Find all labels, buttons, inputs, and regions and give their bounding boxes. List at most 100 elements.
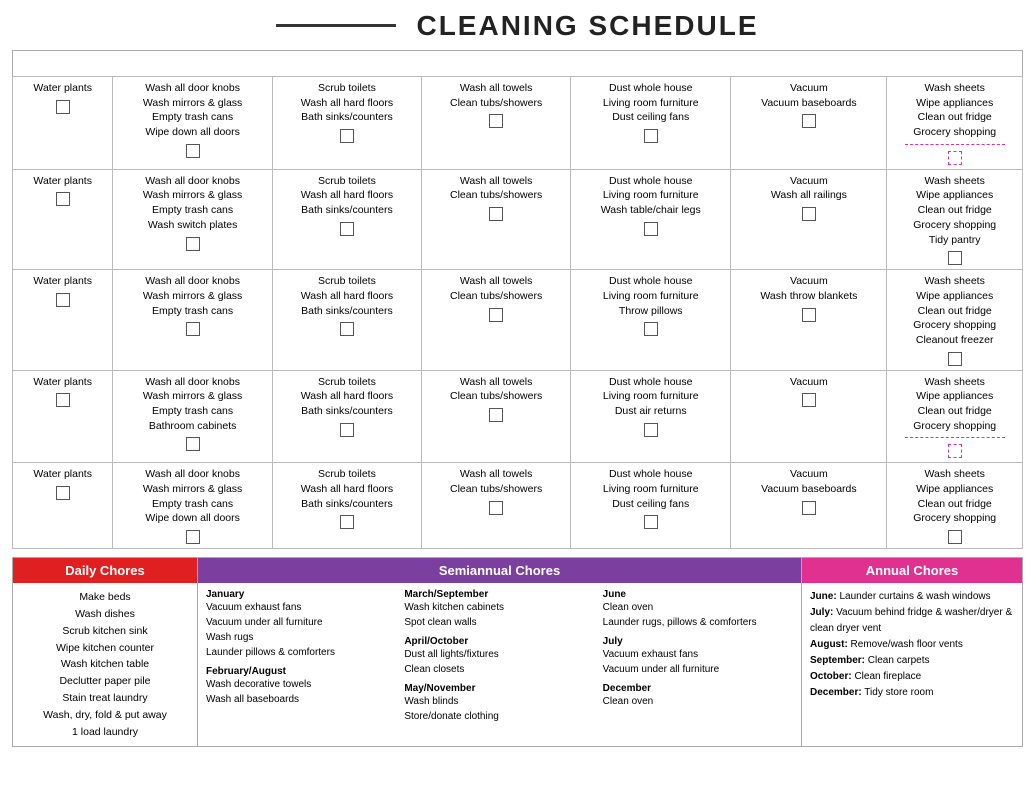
cell-text-row1-monday: Wash all door knobsWash mirrors & glassE… [143, 174, 242, 233]
cell-text-row4-saturday: Wash sheetsWipe appliancesClean out frid… [913, 467, 996, 526]
checkbox[interactable] [489, 308, 503, 322]
checkbox[interactable] [644, 515, 658, 529]
cell-row0-tuesday: Scrub toiletsWash all hard floorsBath si… [272, 77, 421, 170]
cell-text-row4-friday: VacuumVacuum baseboards [761, 467, 857, 496]
daily-item: Wash dishes [21, 606, 189, 623]
semi-section-title: March/September [404, 589, 594, 600]
cell-row3-friday: Vacuum [731, 370, 887, 463]
cell-text-row0-saturday: Wash sheetsWipe appliancesClean out frid… [913, 81, 996, 140]
checkbox[interactable] [186, 144, 200, 158]
cell-row4-sunday: Water plants [13, 463, 113, 549]
checkbox[interactable] [340, 322, 354, 336]
semi-item: Vacuum under all furniture [603, 662, 793, 677]
cell-row4-friday: VacuumVacuum baseboards [731, 463, 887, 549]
checkbox[interactable] [56, 293, 70, 307]
checkbox[interactable] [186, 322, 200, 336]
cell-text-row3-tuesday: Scrub toiletsWash all hard floorsBath si… [301, 375, 393, 419]
checkbox[interactable] [644, 322, 658, 336]
checkbox[interactable] [644, 129, 658, 143]
semi-item: Wash all baseboards [206, 692, 396, 707]
cell-text-row3-monday: Wash all door knobsWash mirrors & glassE… [143, 375, 242, 434]
cell-text-row2-thursday: Dust whole houseLiving room furnitureThr… [603, 274, 699, 318]
cell-text-row0-wednesday: Wash all towelsClean tubs/showers [450, 81, 542, 110]
cell-row0-friday: VacuumVacuum baseboards [731, 77, 887, 170]
semiannual-column: Semiannual Chores JanuaryVacuum exhaust … [198, 558, 802, 746]
header-monday: Monday [113, 51, 272, 77]
checkbox[interactable] [802, 207, 816, 221]
cell-text-row1-friday: VacuumWash all railings [771, 174, 847, 203]
cell-text-row2-monday: Wash all door knobsWash mirrors & glassE… [143, 274, 242, 318]
checkbox[interactable] [489, 114, 503, 128]
cell-text-row0-thursday: Dust whole houseLiving room furnitureDus… [603, 81, 699, 125]
checkbox[interactable] [340, 515, 354, 529]
cell-text-row3-thursday: Dust whole houseLiving room furnitureDus… [603, 375, 699, 419]
checkbox-dashed[interactable] [948, 151, 962, 165]
cell-row1-saturday: Wash sheetsWipe appliancesClean out frid… [887, 169, 1023, 269]
cell-row0-thursday: Dust whole houseLiving room furnitureDus… [571, 77, 731, 170]
semi-item: Store/donate clothing [404, 709, 594, 724]
cell-row4-monday: Wash all door knobsWash mirrors & glassE… [113, 463, 272, 549]
checkbox[interactable] [489, 501, 503, 515]
checkbox[interactable] [186, 437, 200, 451]
cell-text-row3-friday: Vacuum [790, 375, 828, 390]
checkbox[interactable] [948, 251, 962, 265]
cell-text-row0-monday: Wash all door knobsWash mirrors & glassE… [143, 81, 242, 140]
annual-column: Annual Chores June: Launder curtains & w… [802, 558, 1022, 746]
cell-row4-tuesday: Scrub toiletsWash all hard floorsBath si… [272, 463, 421, 549]
checkbox-dashed[interactable] [948, 444, 962, 458]
checkbox[interactable] [489, 207, 503, 221]
cell-row1-thursday: Dust whole houseLiving room furnitureWas… [571, 169, 731, 269]
cell-row0-wednesday: Wash all towelsClean tubs/showers [422, 77, 571, 170]
cell-row2-monday: Wash all door knobsWash mirrors & glassE… [113, 270, 272, 370]
checkbox[interactable] [802, 501, 816, 515]
daily-item: Scrub kitchen sink [21, 623, 189, 640]
checkbox[interactable] [56, 486, 70, 500]
semi-item: Clean oven [603, 694, 793, 709]
checkbox[interactable] [340, 423, 354, 437]
cell-text-row1-sunday: Water plants [33, 174, 92, 189]
checkbox[interactable] [186, 237, 200, 251]
checkbox[interactable] [340, 129, 354, 143]
semi-item: Vacuum exhaust fans [206, 600, 396, 615]
checkbox[interactable] [802, 308, 816, 322]
checkbox[interactable] [340, 222, 354, 236]
semi-section-title: February/August [206, 666, 396, 677]
semi-item: Launder rugs, pillows & comforters [603, 615, 793, 630]
daily-item: Make beds [21, 589, 189, 606]
daily-item: Wipe kitchen counter [21, 640, 189, 657]
semi-item: Clean oven [603, 600, 793, 615]
semi-sub-col0: JanuaryVacuum exhaust fansVacuum under a… [206, 589, 396, 730]
semi-item: Wash rugs [206, 630, 396, 645]
header-saturday: Saturday [887, 51, 1023, 77]
checkbox[interactable] [56, 393, 70, 407]
cell-text-row3-sunday: Water plants [33, 375, 92, 390]
checkbox[interactable] [56, 100, 70, 114]
semi-item: Wash decorative towels [206, 677, 396, 692]
cell-text-row1-saturday: Wash sheetsWipe appliancesClean out frid… [913, 174, 996, 247]
cell-row3-monday: Wash all door knobsWash mirrors & glassE… [113, 370, 272, 463]
daily-body: Make bedsWash dishesScrub kitchen sinkWi… [13, 583, 197, 746]
semi-item: Wash kitchen cabinets [404, 600, 594, 615]
checkbox[interactable] [489, 408, 503, 422]
cell-row1-friday: VacuumWash all railings [731, 169, 887, 269]
daily-item: Declutter paper pile [21, 673, 189, 690]
checkbox[interactable] [56, 192, 70, 206]
cell-text-row3-wednesday: Wash all towelsClean tubs/showers [450, 375, 542, 404]
checkbox[interactable] [186, 530, 200, 544]
checkbox[interactable] [948, 530, 962, 544]
semi-item: Vacuum under all furniture [206, 615, 396, 630]
annual-item: September: Clean carpets [810, 653, 1014, 669]
cell-row0-monday: Wash all door knobsWash mirrors & glassE… [113, 77, 272, 170]
checkbox[interactable] [644, 222, 658, 236]
checkbox[interactable] [802, 114, 816, 128]
checkbox[interactable] [948, 352, 962, 366]
page: CLEANING SCHEDULE Sunday Monday Tuesday … [0, 0, 1035, 757]
checkbox[interactable] [644, 423, 658, 437]
title-line: CLEANING SCHEDULE [12, 10, 1023, 42]
cell-text-row4-thursday: Dust whole houseLiving room furnitureDus… [603, 467, 699, 511]
annual-item: June: Launder curtains & wash windows [810, 589, 1014, 605]
checkbox[interactable] [802, 393, 816, 407]
annual-item: August: Remove/wash floor vents [810, 637, 1014, 653]
cell-row2-friday: VacuumWash throw blankets [731, 270, 887, 370]
daily-header: Daily Chores [13, 558, 197, 583]
